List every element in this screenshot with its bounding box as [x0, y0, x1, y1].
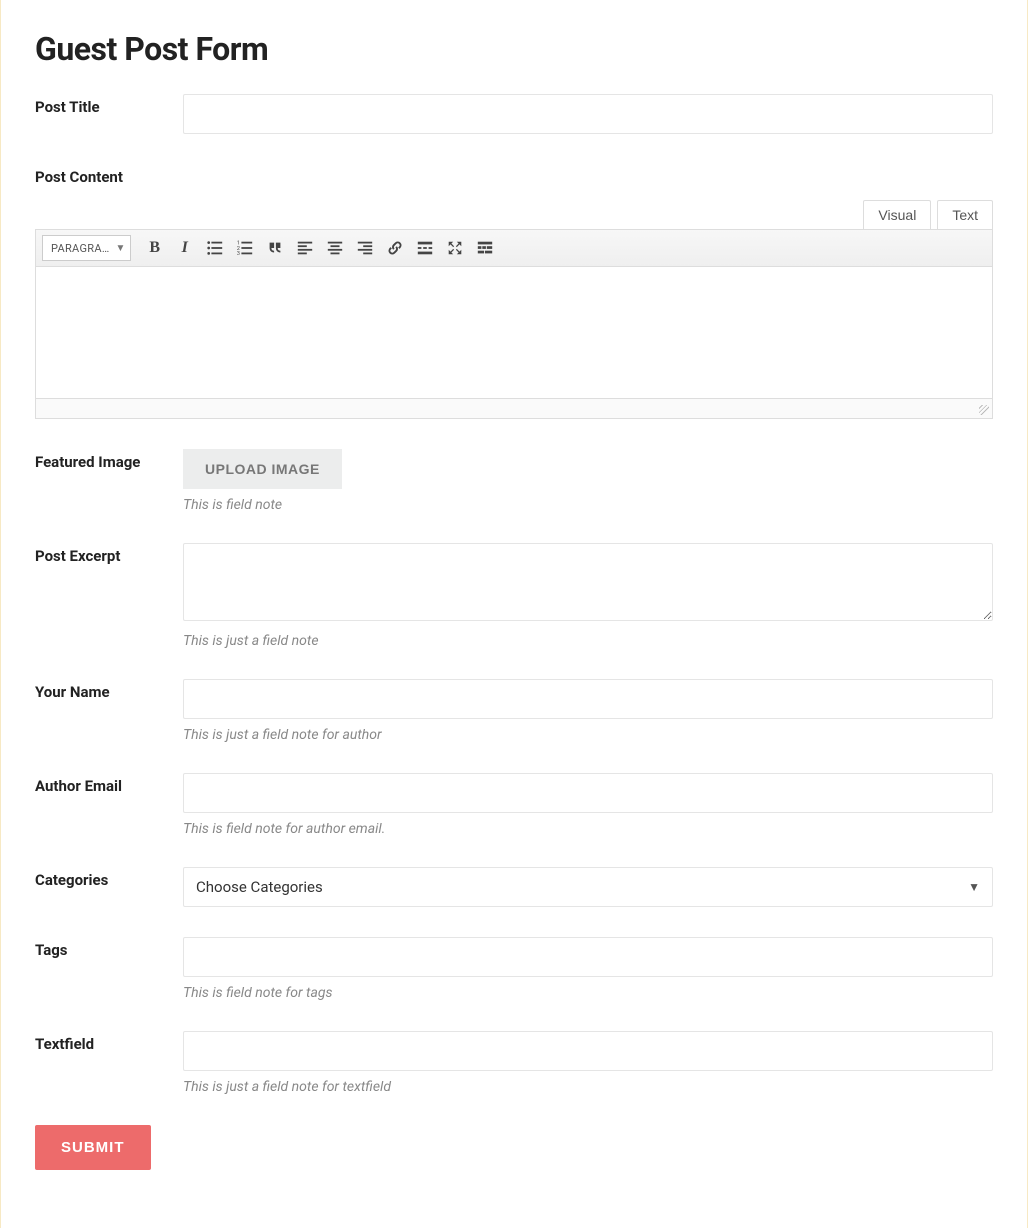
format-dropdown[interactable]: PARAGRA… ▼: [42, 235, 131, 261]
author-email-input[interactable]: [183, 773, 993, 813]
chevron-down-icon: ▼: [115, 243, 125, 254]
row-featured-image: Featured Image UPLOAD IMAGE This is fiel…: [35, 449, 993, 513]
align-right-icon[interactable]: [351, 234, 379, 262]
unordered-list-icon[interactable]: [201, 234, 229, 262]
editor-content-area[interactable]: [35, 267, 993, 399]
align-left-icon[interactable]: [291, 234, 319, 262]
note-post-excerpt: This is just a field note: [183, 633, 993, 649]
label-author-email: Author Email: [35, 773, 183, 795]
label-post-excerpt: Post Excerpt: [35, 543, 183, 565]
note-author-email: This is field note for author email.: [183, 821, 993, 837]
note-textfield: This is just a field note for textfield: [183, 1079, 993, 1095]
label-textfield: Textfield: [35, 1031, 183, 1053]
your-name-input[interactable]: [183, 679, 993, 719]
textfield-input[interactable]: [183, 1031, 993, 1071]
blockquote-icon[interactable]: [261, 234, 289, 262]
upload-image-button[interactable]: UPLOAD IMAGE: [183, 449, 342, 489]
row-post-content-label: Post Content: [35, 164, 993, 186]
label-your-name: Your Name: [35, 679, 183, 701]
rich-text-editor: Visual Text PARAGRA… ▼ B I 123: [35, 200, 993, 419]
row-textfield: Textfield This is just a field note for …: [35, 1031, 993, 1095]
page-title: Guest Post Form: [35, 30, 993, 68]
note-your-name: This is just a field note for author: [183, 727, 993, 743]
row-tags: Tags This is field note for tags: [35, 937, 993, 1001]
post-excerpt-input[interactable]: [183, 543, 993, 621]
editor-toolbar: PARAGRA… ▼ B I 123: [35, 229, 993, 267]
italic-icon[interactable]: I: [171, 234, 199, 262]
note-tags: This is field note for tags: [183, 985, 993, 1001]
toolbar-toggle-icon[interactable]: [471, 234, 499, 262]
tab-visual[interactable]: Visual: [863, 200, 931, 229]
align-center-icon[interactable]: [321, 234, 349, 262]
link-icon[interactable]: [381, 234, 409, 262]
editor-tabs: Visual Text: [35, 200, 993, 229]
row-categories: Categories Choose Categories ▼: [35, 867, 993, 907]
categories-select[interactable]: Choose Categories ▼: [183, 867, 993, 907]
row-post-excerpt: Post Excerpt This is just a field note: [35, 543, 993, 649]
categories-placeholder: Choose Categories: [196, 878, 323, 896]
row-post-title: Post Title: [35, 94, 993, 134]
row-author-email: Author Email This is field note for auth…: [35, 773, 993, 837]
bold-icon[interactable]: B: [141, 234, 169, 262]
format-dropdown-label: PARAGRA…: [51, 242, 109, 255]
fullscreen-icon[interactable]: [441, 234, 469, 262]
ordered-list-icon[interactable]: 123: [231, 234, 259, 262]
label-post-title: Post Title: [35, 94, 183, 116]
row-your-name: Your Name This is just a field note for …: [35, 679, 993, 743]
label-categories: Categories: [35, 867, 183, 889]
label-post-content: Post Content: [35, 164, 183, 186]
note-featured-image: This is field note: [183, 497, 993, 513]
post-title-input[interactable]: [183, 94, 993, 134]
read-more-icon[interactable]: [411, 234, 439, 262]
tags-input[interactable]: [183, 937, 993, 977]
tab-text[interactable]: Text: [937, 200, 993, 229]
submit-button[interactable]: SUBMIT: [35, 1125, 151, 1170]
label-tags: Tags: [35, 937, 183, 959]
label-featured-image: Featured Image: [35, 449, 183, 471]
editor-statusbar: [35, 399, 993, 419]
chevron-down-icon: ▼: [968, 880, 980, 894]
svg-text:3: 3: [237, 251, 240, 257]
